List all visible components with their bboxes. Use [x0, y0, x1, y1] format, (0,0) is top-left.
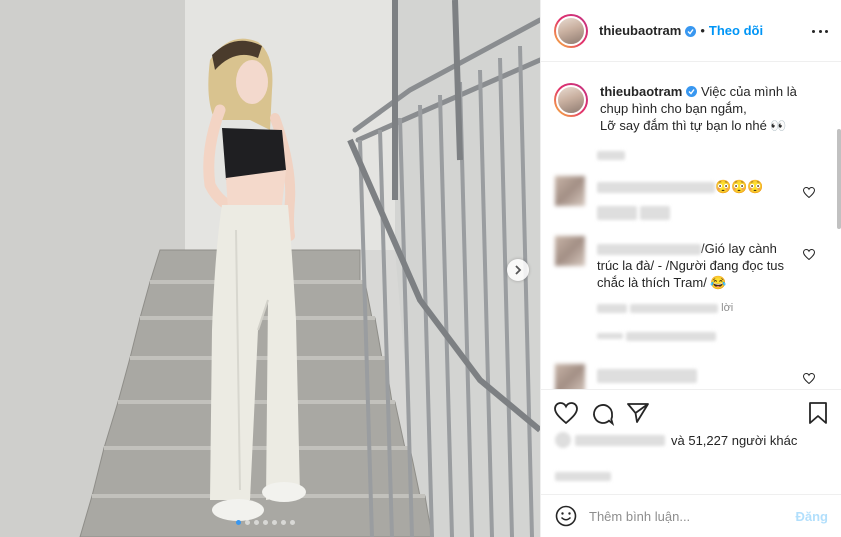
post-sidebar: thieubaotram • Theo dõi thieubaotram Việ… — [540, 0, 841, 537]
post-caption: thieubaotram Việc của mình là chụp hình … — [554, 83, 815, 134]
caption-text: thieubaotram Việc của mình là chụp hình … — [600, 83, 815, 134]
caption-meta — [597, 149, 625, 161]
follow-button[interactable]: Theo dõi — [709, 23, 763, 38]
caption-line-2: chụp hình cho bạn ngắm, — [600, 101, 747, 116]
carousel-dot — [245, 520, 250, 525]
carousel-dot — [236, 520, 241, 525]
comment-2-line-3: chắc là thích Tram/ 😂 — [597, 275, 727, 290]
carousel-dot — [281, 520, 286, 525]
carousel-dot — [263, 520, 268, 525]
bookmark-icon[interactable] — [809, 402, 827, 424]
carousel-dot — [254, 520, 259, 525]
comments-scrollbar[interactable] — [837, 129, 841, 229]
header-separator: • — [700, 23, 705, 38]
next-slide-button[interactable] — [507, 259, 529, 281]
comments-list[interactable]: thieubaotram Việc của mình là chụp hình … — [541, 63, 841, 389]
carousel-dot — [272, 520, 277, 525]
comment-2-line-1: /Gió lay cành — [701, 241, 777, 256]
post-comment-button[interactable]: Đăng — [796, 509, 829, 524]
verified-badge-icon — [685, 26, 697, 37]
caption-avatar[interactable] — [554, 83, 588, 117]
more-options-icon[interactable] — [812, 24, 828, 38]
caption-line-3: Lỡ say đắm thì tự bạn lo nhé 👀 — [600, 118, 787, 133]
comment-2-reply[interactable]: lời — [721, 302, 733, 314]
post-photo[interactable] — [0, 0, 540, 537]
post-header: thieubaotram • Theo dõi — [541, 0, 841, 62]
share-icon[interactable] — [627, 402, 649, 424]
view-replies[interactable] — [597, 330, 717, 342]
likes-summary[interactable]: và 51,227 người khác — [555, 432, 797, 448]
avatar[interactable] — [555, 364, 585, 389]
like-icon[interactable] — [554, 402, 578, 424]
verified-badge-icon — [686, 86, 698, 97]
emoji-icon[interactable] — [555, 505, 577, 527]
add-comment-bar: Thêm bình luận... Đăng — [541, 494, 841, 537]
likes-count[interactable]: và 51,227 người khác — [671, 433, 797, 448]
photo-scene — [0, 0, 540, 537]
carousel-indicator — [236, 520, 295, 525]
post-timestamp — [555, 468, 611, 483]
comment-3 — [597, 366, 797, 383]
chevron-right-icon — [515, 265, 522, 275]
caption-line-1: Việc của mình là — [700, 84, 797, 99]
comment-2-meta: lời — [597, 302, 733, 314]
heart-icon[interactable] — [803, 187, 815, 198]
post-actions: và 51,227 người khác — [541, 389, 841, 464]
comment-input[interactable]: Thêm bình luận... — [589, 509, 796, 524]
heart-icon[interactable] — [803, 249, 815, 260]
header-username[interactable]: thieubaotram — [599, 23, 681, 38]
avatar[interactable] — [554, 13, 588, 48]
carousel-dot — [290, 520, 295, 525]
comment-1-emoji: 😳😳😳 — [715, 179, 764, 194]
avatar[interactable] — [555, 236, 585, 266]
avatar[interactable] — [555, 176, 585, 206]
heart-icon[interactable] — [803, 373, 815, 384]
comment-icon[interactable] — [591, 402, 615, 426]
comment-2: /Gió lay cành trúc la đà/ - /Người đang … — [597, 240, 797, 291]
caption-username[interactable]: thieubaotram — [600, 84, 682, 99]
comment-1: 😳😳😳 — [597, 178, 797, 195]
comment-2-line-2: trúc la đà/ - /Người đang đọc tus — [597, 258, 785, 273]
comment-1-meta — [597, 206, 671, 220]
